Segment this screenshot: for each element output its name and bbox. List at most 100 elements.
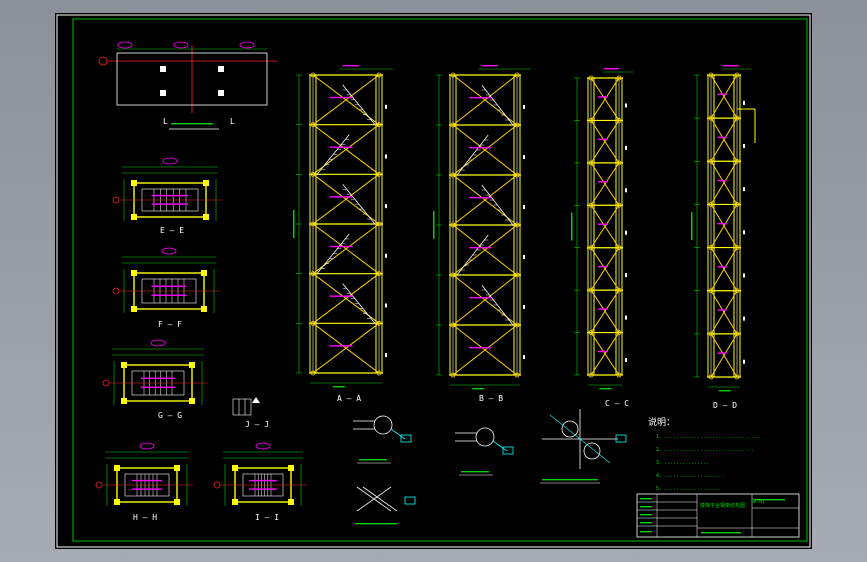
- section-g-axis-bubble: [102, 379, 110, 387]
- note-line: 2、..............................: [656, 447, 755, 453]
- elevation-b-elev-text-stub: [481, 65, 498, 67]
- section-g-axis-bubble: [150, 339, 166, 347]
- weld-symbol-icon: [400, 434, 412, 443]
- plan-column: [160, 90, 166, 96]
- elevation-b-member-mark: [469, 247, 492, 249]
- elevation-a-member-mark: [329, 295, 353, 297]
- section-f-column: [201, 306, 207, 312]
- elevation-c-level-tag: [625, 315, 627, 320]
- elevation-d-base-dim-text-stub: [718, 390, 731, 392]
- elevation-c-level-tag: [625, 145, 627, 150]
- title-block-text-stub: [640, 514, 652, 516]
- elevation-b-level-tag: [523, 155, 525, 159]
- section-f-column: [201, 270, 207, 276]
- section-h-column: [114, 465, 120, 471]
- section-e-mark: [152, 203, 188, 205]
- elevation-d-level-tag: [743, 187, 745, 192]
- section-e-column: [203, 214, 209, 220]
- elevation-b-level-tag: [523, 305, 525, 309]
- elevation-c-level-tag: [625, 273, 627, 278]
- view-label-e: E — E: [160, 226, 185, 235]
- elevation-d-elev-text-stub: [722, 65, 739, 67]
- title-block-title: 楼梯平台钢架结构图: [700, 503, 746, 509]
- elevation-a-level-tag: [385, 154, 387, 159]
- plan-tag-right: L: [230, 117, 235, 126]
- elevation-a-base-dim-text-stub: [332, 386, 345, 388]
- drawing-canvas[interactable]: A — A B — B C — C D — D E — E F — F G — …: [55, 13, 812, 549]
- title-block-drawing-no: 梯-01: [751, 499, 766, 505]
- weld-symbol-icon: [502, 446, 514, 455]
- elevation-c-member-mark: [598, 350, 608, 353]
- title-block-text-stub: [640, 506, 652, 508]
- section-f-column: [131, 306, 137, 312]
- section-h-column: [174, 465, 180, 471]
- detail-4-member: [362, 486, 398, 512]
- elevation-b-base-dim-text-stub: [472, 388, 485, 390]
- section-g-column: [121, 398, 127, 404]
- section-j-outline: [232, 398, 252, 416]
- section-i-mark: [249, 479, 277, 482]
- elevation-a-dim-text-stub: [293, 210, 295, 238]
- elevation-d-level-tag: [743, 144, 745, 149]
- section-i-axis-bubble: [255, 442, 271, 450]
- section-i-mark: [249, 488, 277, 490]
- section-i-column: [288, 499, 294, 505]
- elevation-c-level-tag: [625, 188, 627, 193]
- elevation-c-member-mark: [598, 181, 608, 183]
- plan-axis-bubble: [98, 56, 108, 66]
- north-arrow-icon: [252, 397, 260, 403]
- elevation-c-member-mark: [598, 96, 608, 98]
- elevation-b-level-tag: [523, 205, 525, 209]
- weld-symbol-icon: [404, 496, 416, 505]
- view-label-b: B — B: [479, 394, 504, 403]
- section-i-column: [232, 499, 238, 505]
- note-line: 3、...............: [656, 460, 710, 466]
- elevation-b-level-tag: [523, 255, 525, 259]
- elevation-a-member-mark: [329, 146, 353, 148]
- title-block-text-stub: [640, 498, 652, 500]
- section-g-column: [189, 398, 195, 404]
- plan-title-text-stub: [171, 123, 213, 125]
- view-label-c: C — C: [605, 399, 630, 408]
- elevation-d-member-mark: [717, 179, 727, 182]
- note-line: 4、....................: [656, 473, 725, 479]
- elevation-c-level-tag: [625, 358, 627, 363]
- section-i-column: [288, 465, 294, 471]
- detail-1-leader: [390, 428, 406, 440]
- elevation-d-level-tag: [743, 273, 745, 278]
- detail-2-bolt-circle: [475, 427, 495, 447]
- elevation-d-member-mark: [717, 352, 727, 354]
- section-e-axis-bubble: [162, 157, 178, 165]
- view-label-j: J — J: [245, 420, 270, 429]
- elevation-a-level-tag: [385, 204, 387, 209]
- view-label-a: A — A: [337, 394, 362, 403]
- elevation-d-member-mark: [717, 309, 727, 311]
- detail-2-leader: [492, 440, 508, 452]
- section-e-column: [131, 180, 137, 186]
- plan-column: [218, 66, 224, 72]
- elevation-c-level-tag: [625, 230, 627, 235]
- section-f-mark: [151, 294, 187, 296]
- elevation-a-member-mark: [329, 245, 353, 248]
- elevation-d-member-mark: [717, 223, 727, 225]
- section-g-column: [121, 362, 127, 368]
- detail-1-caption-text-stub: [359, 459, 387, 461]
- elevation-a-level-tag: [385, 303, 387, 308]
- section-e-column: [203, 180, 209, 186]
- elevation-b-level-tag: [523, 355, 525, 359]
- elevation-b-member-mark: [469, 97, 492, 99]
- section-h-column: [174, 499, 180, 505]
- section-h-axis-bubble: [139, 442, 155, 450]
- plan-axis-bubble: [117, 41, 133, 49]
- title-block-text-stub: [701, 532, 741, 534]
- elevation-c-base-dim-text-stub: [599, 388, 612, 390]
- elevation-a-member-mark: [329, 196, 353, 198]
- elevation-a-level-tag: [385, 104, 387, 109]
- elevation-c-elev-text-stub: [603, 68, 620, 70]
- section-g-mark: [141, 386, 175, 388]
- section-e-axis-bubble: [112, 196, 120, 204]
- plan-axis-bubble: [239, 41, 255, 49]
- detail-2-caption-text-stub: [461, 471, 489, 473]
- elevation-d-level-tag: [743, 100, 745, 105]
- view-label-f: F — F: [158, 320, 183, 329]
